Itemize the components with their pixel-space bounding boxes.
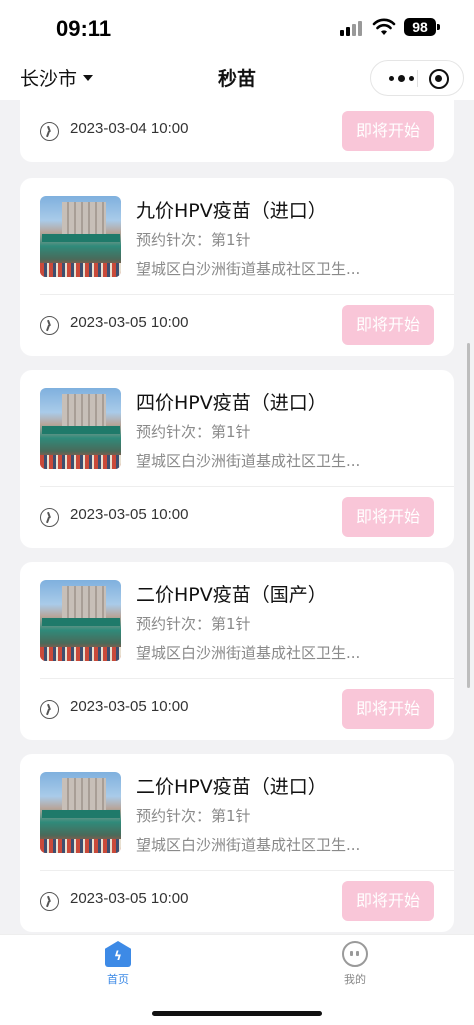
tab-mine-label: 我的 [344, 973, 366, 986]
status-button[interactable]: 即将开始 [342, 689, 434, 729]
clock-icon [40, 508, 59, 527]
start-time: 2023-03-05 10:00 [70, 314, 189, 331]
vaccine-card[interactable]: 2023-03-04 10:00 即将开始 [20, 100, 454, 162]
home-bolt-icon: ϟ [105, 941, 131, 967]
clinic-photo [40, 196, 121, 277]
status-button[interactable]: 即将开始 [342, 305, 434, 345]
vaccine-name: 四价HPV疫苗（进口） [136, 392, 327, 414]
clock-icon [40, 122, 59, 141]
clock-icon [40, 892, 59, 911]
wifi-icon [372, 18, 396, 35]
battery-tip [437, 24, 440, 30]
clinic-photo [40, 388, 121, 469]
city-selector[interactable]: 长沙市 [20, 64, 94, 91]
clinic-photo [40, 580, 121, 661]
battery-indicator: 98 [404, 18, 436, 36]
start-time: 2023-03-05 10:00 [70, 890, 189, 907]
status-button[interactable]: 即将开始 [342, 111, 434, 151]
vaccine-card[interactable]: 二价HPV疫苗（进口） 预约针次：第1针 望城区白沙洲街道基成社区卫生... 2… [20, 754, 454, 932]
status-button[interactable]: 即将开始 [342, 497, 434, 537]
caret-down-icon [83, 74, 94, 81]
vaccine-name: 二价HPV疫苗（国产） [136, 584, 327, 606]
city-label: 长沙市 [20, 68, 78, 90]
vaccine-list[interactable]: 2023-03-04 10:00 即将开始 九价HPV疫苗（进口） 预约针次：第… [0, 100, 474, 934]
scrollbar[interactable] [467, 343, 470, 688]
vaccine-card[interactable]: 九价HPV疫苗（进口） 预约针次：第1针 望城区白沙洲街道基成社区卫生... 2… [20, 178, 454, 356]
vaccine-name: 九价HPV疫苗（进口） [136, 200, 327, 222]
status-button[interactable]: 即将开始 [342, 881, 434, 921]
miniprogram-capsule [370, 60, 464, 96]
dose-info: 预约针次：第1针 [136, 615, 251, 633]
nav-bar: 长沙市 秒苗 [0, 56, 474, 100]
cellular-signal-icon [340, 20, 366, 36]
clock-icon [40, 700, 59, 719]
tab-home[interactable]: ϟ 首页 [78, 941, 158, 987]
vaccine-card[interactable]: 四价HPV疫苗（进口） 预约针次：第1针 望城区白沙洲街道基成社区卫生... 2… [20, 370, 454, 548]
dose-info: 预约针次：第1针 [136, 807, 251, 825]
clinic-address: 望城区白沙洲街道基成社区卫生... [136, 452, 361, 470]
more-dots-icon[interactable] [383, 61, 419, 95]
capsule-divider [417, 70, 418, 87]
clinic-photo [40, 772, 121, 853]
start-time: 2023-03-04 10:00 [70, 120, 189, 137]
close-miniprogram-icon[interactable] [429, 69, 449, 89]
status-bar: 09:11 98 [0, 0, 474, 56]
home-indicator [152, 1011, 322, 1016]
start-time: 2023-03-05 10:00 [70, 698, 189, 715]
vaccine-name: 二价HPV疫苗（进口） [136, 776, 327, 798]
dose-info: 预约针次：第1针 [136, 231, 251, 249]
smiley-face-icon [342, 941, 368, 967]
status-time: 09:11 [56, 16, 112, 41]
start-time: 2023-03-05 10:00 [70, 506, 189, 523]
clinic-address: 望城区白沙洲街道基成社区卫生... [136, 644, 361, 662]
clinic-address: 望城区白沙洲街道基成社区卫生... [136, 836, 361, 854]
tab-mine[interactable]: 我的 [315, 941, 395, 987]
dose-info: 预约针次：第1针 [136, 423, 251, 441]
tab-home-label: 首页 [107, 973, 129, 986]
vaccine-card[interactable]: 二价HPV疫苗（国产） 预约针次：第1针 望城区白沙洲街道基成社区卫生... 2… [20, 562, 454, 740]
clock-icon [40, 316, 59, 335]
clinic-address: 望城区白沙洲街道基成社区卫生... [136, 260, 361, 278]
